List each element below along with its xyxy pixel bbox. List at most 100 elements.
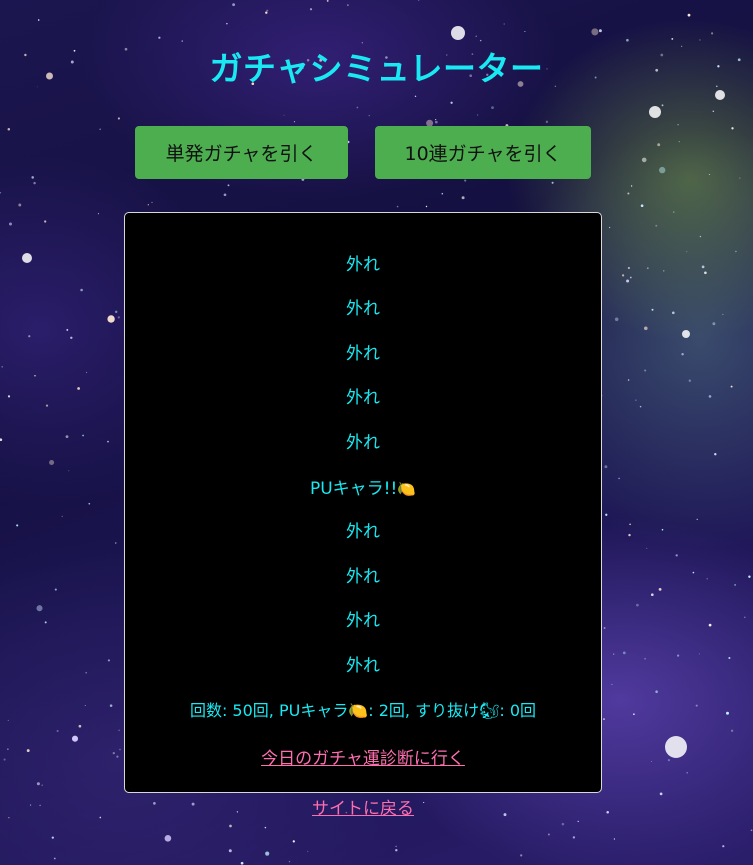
star [61, 515, 63, 518]
star [661, 528, 664, 531]
star [644, 369, 647, 372]
star [605, 513, 608, 516]
star [99, 128, 101, 130]
star [641, 157, 647, 163]
gacha-luck-diagnosis-link[interactable]: 今日のガチャ運診断に行く [125, 744, 601, 769]
star [614, 317, 619, 322]
star [646, 267, 649, 270]
star [80, 288, 83, 292]
star [731, 127, 734, 130]
star [266, 9, 269, 12]
star [0, 438, 3, 442]
star [119, 748, 121, 751]
star [65, 435, 69, 439]
star [698, 653, 700, 655]
star [577, 820, 579, 823]
star [309, 8, 313, 11]
star [734, 584, 736, 586]
star [640, 204, 644, 208]
star [750, 829, 753, 832]
summary-stats: 回数: 50回, PUキャラ🍋: 2回, すり抜け🐿: 0回 [189, 701, 537, 720]
star [31, 176, 34, 179]
glow-star [665, 736, 687, 758]
star [629, 523, 631, 526]
star [701, 265, 705, 269]
glow-star [451, 26, 465, 40]
star [395, 848, 398, 852]
star [722, 313, 724, 315]
star [613, 653, 615, 655]
result-item-pickup: PUキャラ!!🍋 [309, 479, 416, 499]
star [699, 39, 701, 41]
star [85, 671, 87, 674]
star [307, 850, 309, 852]
star [54, 588, 57, 591]
star [622, 651, 626, 655]
star [626, 279, 630, 283]
star [18, 203, 22, 207]
star [36, 782, 40, 786]
star [97, 213, 99, 215]
star [547, 833, 550, 836]
star [45, 404, 49, 407]
star [107, 440, 109, 443]
star [520, 854, 523, 857]
star [627, 266, 630, 270]
star [7, 748, 9, 750]
star [7, 395, 11, 398]
star [49, 459, 55, 466]
star [503, 23, 505, 25]
star [728, 656, 731, 660]
star [608, 226, 611, 229]
star [561, 822, 565, 826]
star [603, 627, 606, 629]
star [82, 434, 84, 437]
star [681, 352, 684, 356]
ten-gacha-button[interactable]: 10連ガチャを引く [375, 126, 591, 179]
star [744, 616, 746, 619]
star [53, 857, 56, 860]
star [78, 724, 82, 728]
star [704, 271, 707, 275]
star [7, 719, 9, 721]
star [115, 542, 117, 544]
star [655, 690, 658, 693]
star [77, 387, 80, 390]
star [117, 117, 120, 120]
star [551, 181, 554, 184]
star [41, 784, 43, 786]
star [227, 184, 230, 187]
star [418, 0, 420, 1]
star [164, 834, 172, 842]
back-to-site-link[interactable]: サイトに戻る [0, 794, 726, 819]
star [414, 95, 417, 98]
star [659, 166, 666, 174]
star [658, 588, 662, 591]
star [368, 114, 370, 117]
star [603, 718, 605, 721]
glow-star [22, 253, 32, 263]
star [435, 119, 437, 121]
star [644, 657, 646, 660]
star [711, 32, 714, 35]
star [33, 181, 36, 185]
star [51, 836, 54, 839]
star [226, 22, 228, 25]
star [264, 826, 267, 829]
star [147, 204, 149, 206]
star [708, 395, 712, 398]
star [650, 593, 654, 597]
star [88, 502, 91, 505]
star [677, 124, 679, 126]
star [686, 251, 688, 253]
star [34, 375, 36, 377]
result-item: 外れ [346, 433, 380, 453]
star [477, 114, 479, 116]
glow-star [649, 106, 661, 118]
glow-star [715, 90, 725, 100]
star [708, 623, 712, 627]
single-gacha-button[interactable]: 単発ガチャを引く [135, 126, 348, 179]
star [475, 35, 477, 37]
star [461, 196, 465, 200]
star [688, 379, 691, 382]
